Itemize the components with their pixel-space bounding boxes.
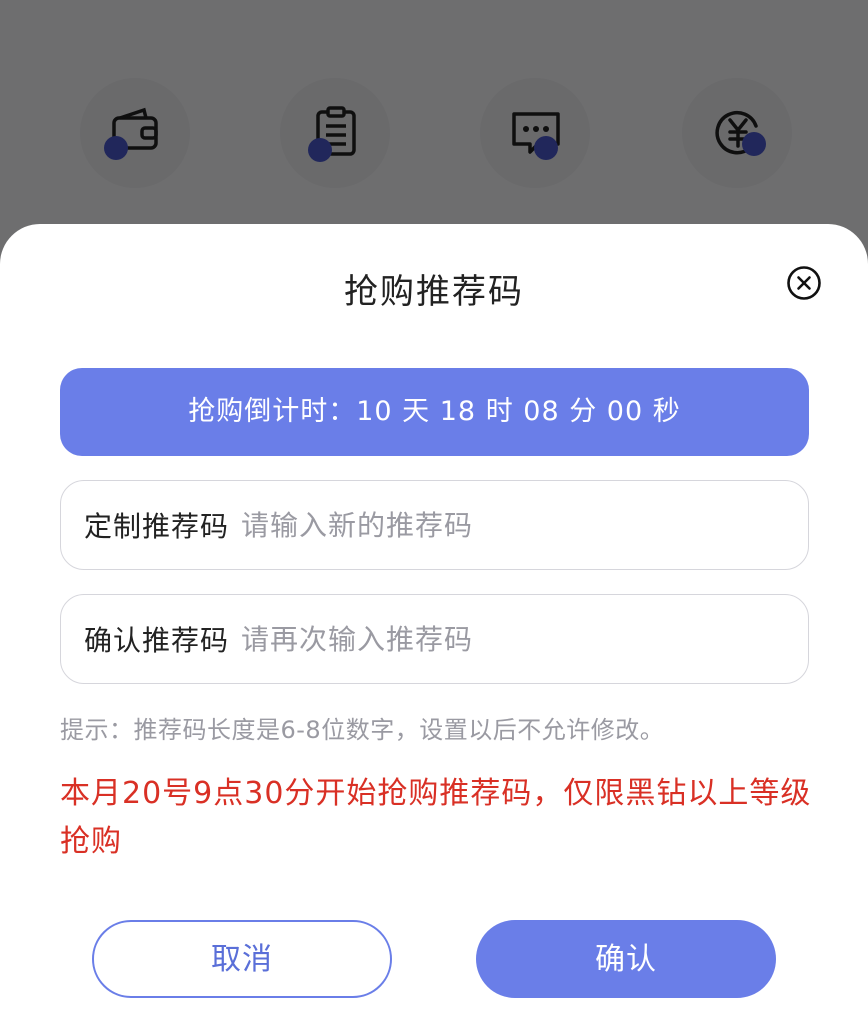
custom-code-field: 定制推荐码 (60, 480, 809, 570)
dialog-title: 抢购推荐码 (344, 272, 524, 312)
hint-text: 提示：推荐码长度是6-8位数字，设置以后不允许修改。 (60, 716, 665, 744)
cancel-button[interactable]: 取消 (92, 920, 392, 998)
close-icon (787, 266, 821, 300)
notice-text: 本月20号9点30分开始抢购推荐码，仅限黑钻以上等级抢购 (60, 776, 812, 859)
confirm-button[interactable]: 确认 (476, 920, 776, 998)
custom-code-input[interactable] (241, 508, 788, 542)
confirm-code-label: 确认推荐码 (84, 624, 230, 657)
custom-code-label: 定制推荐码 (84, 510, 230, 543)
confirm-code-field: 确认推荐码 (60, 594, 809, 684)
countdown-banner: 抢购倒计时：10 天 18 时 08 分 00 秒 (60, 368, 809, 456)
close-button[interactable] (786, 265, 822, 301)
screen: 抢购推荐码 抢购倒计时：10 天 18 时 08 分 00 秒 定制推荐码 确认… (0, 0, 868, 1021)
confirm-code-input[interactable] (241, 622, 788, 656)
purchase-code-dialog: 抢购推荐码 抢购倒计时：10 天 18 时 08 分 00 秒 定制推荐码 确认… (0, 224, 868, 1021)
